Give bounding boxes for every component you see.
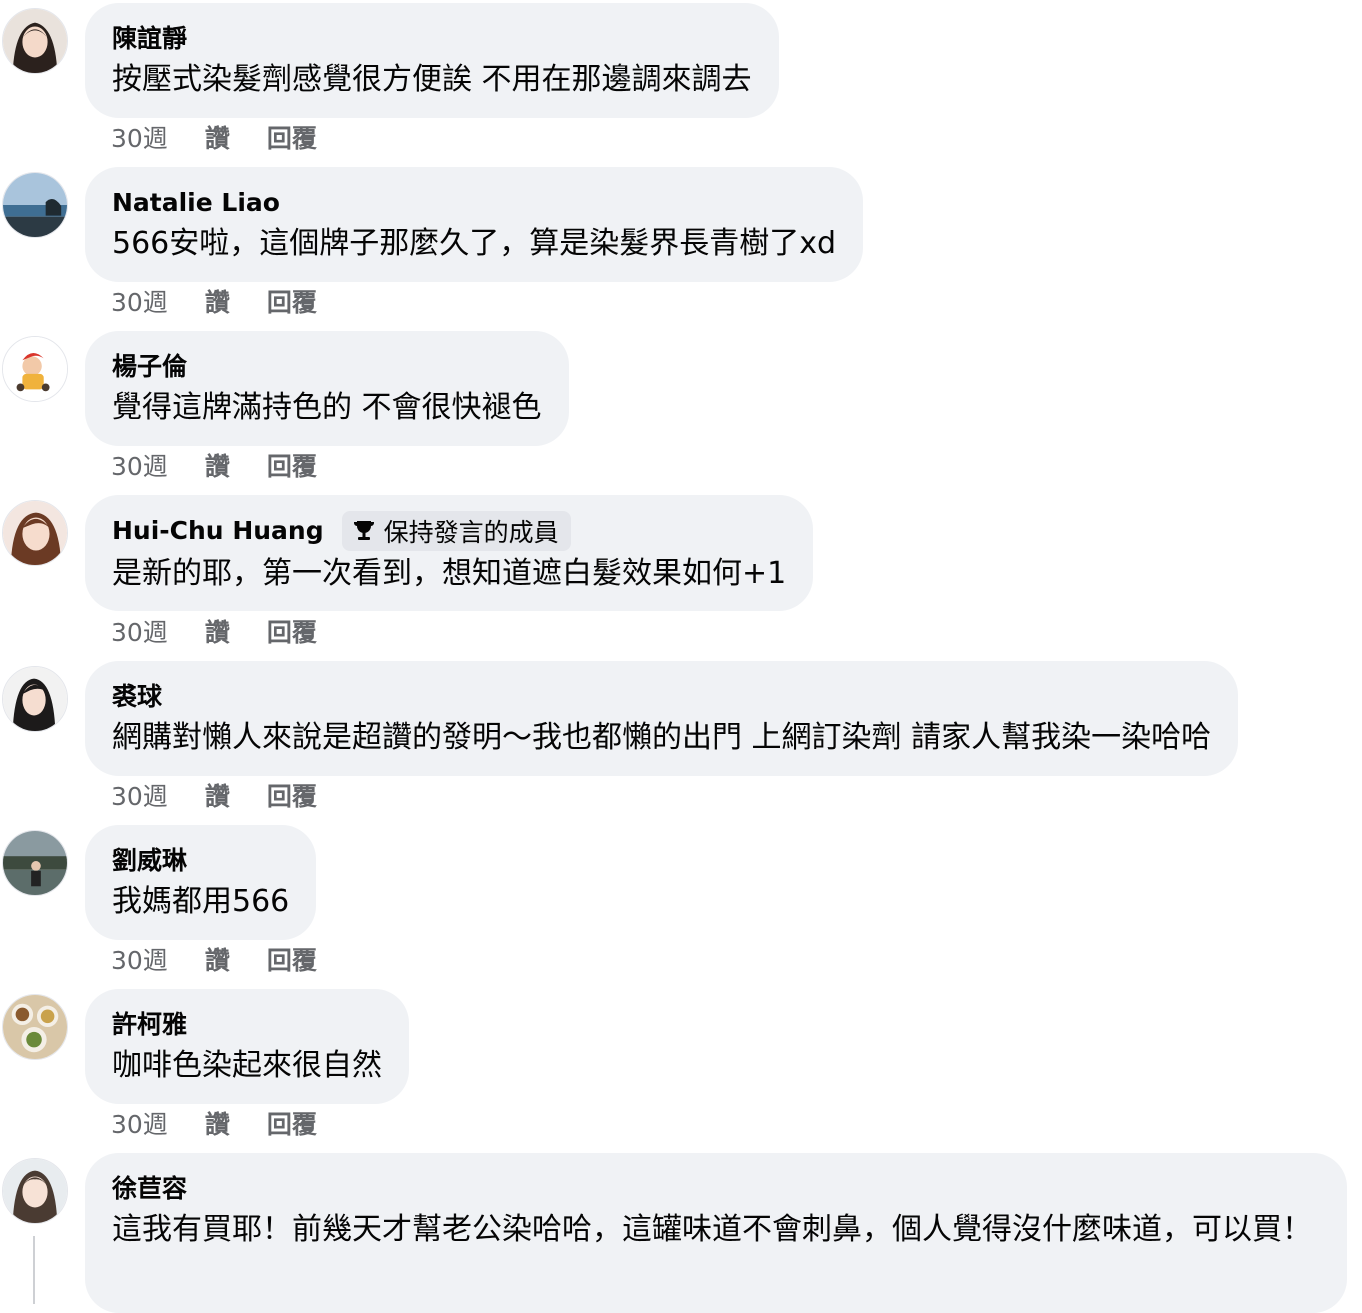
avatar[interactable] xyxy=(2,500,68,566)
like-button[interactable]: 讚 xyxy=(205,777,230,813)
avatar[interactable] xyxy=(2,336,68,402)
comment-bubble: Natalie Liao 566安啦，這個牌子那麼久了，算是染髮界長青樹了xd xyxy=(85,167,864,282)
reply-button[interactable]: 回覆 xyxy=(267,447,317,483)
comment-timestamp[interactable]: 30週 xyxy=(111,283,168,319)
comment-timestamp[interactable]: 30週 xyxy=(111,1105,168,1141)
like-button[interactable]: 讚 xyxy=(205,447,230,483)
comment-author[interactable]: Natalie Liao xyxy=(112,186,280,220)
comment-bubble: 楊子倫 覺得這牌滿持色的 不會很快褪色 xyxy=(85,331,569,446)
reply-button[interactable]: 回覆 xyxy=(267,777,317,813)
comment-text: 566安啦，這個牌子那麼久了，算是染髮界長青樹了xd xyxy=(112,226,837,261)
comment-text: 咖啡色染起來很自然 xyxy=(112,1048,382,1083)
comment-author[interactable]: 楊子倫 xyxy=(112,350,187,384)
comment-bubble: 徐苣容 這我有買耶！前幾天才幫老公染哈哈，這罐味道不會刺鼻，個人覺得沒什麼味道，… xyxy=(85,1153,1347,1313)
avatar[interactable] xyxy=(2,8,68,74)
comment-text: 按壓式染髮劑感覺很方便誒 不用在那邊調來調去 xyxy=(112,62,752,97)
reply-button[interactable]: 回覆 xyxy=(267,1105,317,1141)
comment-bubble: 劉威琳 我媽都用566 xyxy=(85,825,317,940)
like-button[interactable]: 讚 xyxy=(205,613,230,649)
avatar[interactable] xyxy=(2,1158,68,1224)
comment-author[interactable]: 許柯雅 xyxy=(112,1008,187,1042)
comment-bubble: 許柯雅 咖啡色染起來很自然 xyxy=(85,989,409,1104)
comment-text: 覺得這牌滿持色的 不會很快褪色 xyxy=(112,390,542,425)
thread-line xyxy=(33,1236,35,1304)
member-badge-label: 保持發言的成員 xyxy=(383,518,559,547)
comment-author[interactable]: 陳誼靜 xyxy=(112,22,187,56)
comment-timestamp[interactable]: 30週 xyxy=(111,119,168,155)
comment-actions: 30週 讚 回覆 xyxy=(111,1106,317,1140)
avatar[interactable] xyxy=(2,172,68,238)
like-button[interactable]: 讚 xyxy=(205,1105,230,1141)
avatar[interactable] xyxy=(2,830,68,896)
member-badge[interactable]: 保持發言的成員 xyxy=(341,511,571,551)
comment-author[interactable]: Hui-Chu Huang xyxy=(112,514,324,548)
comment-timestamp[interactable]: 30週 xyxy=(111,941,168,977)
like-button[interactable]: 讚 xyxy=(205,941,230,977)
comment-author[interactable]: 徐苣容 xyxy=(112,1172,187,1206)
comment-bubble: 陳誼靜 按壓式染髮劑感覺很方便誒 不用在那邊調來調去 xyxy=(85,3,779,118)
comment-author[interactable]: 劉威琳 xyxy=(112,844,187,878)
comment-bubble: 裘球 網購對懶人來說是超讚的發明～我也都懶的出門 上網訂染劑 請家人幫我染一染哈… xyxy=(85,661,1239,776)
avatar[interactable] xyxy=(2,666,68,732)
comment-actions: 30週 讚 回覆 xyxy=(111,284,317,318)
comment-actions: 30週 讚 回覆 xyxy=(111,120,317,154)
comment-actions: 30週 讚 回覆 xyxy=(111,942,317,976)
reply-button[interactable]: 回覆 xyxy=(267,283,317,319)
avatar[interactable] xyxy=(2,994,68,1060)
comment-timestamp[interactable]: 30週 xyxy=(111,447,168,483)
comment-bubble: Hui-Chu Huang 保持發言的成員 是新的耶，第一次看到，想知道遮白髮效… xyxy=(85,495,814,611)
trophy-icon xyxy=(350,517,378,545)
reply-button[interactable]: 回覆 xyxy=(267,119,317,155)
comment-text: 這我有買耶！前幾天才幫老公染哈哈，這罐味道不會刺鼻，個人覺得沒什麼味道，可以買！ xyxy=(112,1212,1312,1247)
comment-author[interactable]: 裘球 xyxy=(112,680,162,714)
reply-button[interactable]: 回覆 xyxy=(267,941,317,977)
comment-text: 是新的耶，第一次看到，想知道遮白髮效果如何+1 xyxy=(112,556,787,591)
like-button[interactable]: 讚 xyxy=(205,119,230,155)
comment-text: 我媽都用566 xyxy=(112,884,290,919)
comment-text: 網購對懶人來說是超讚的發明～我也都懶的出門 上網訂染劑 請家人幫我染一染哈哈 xyxy=(112,720,1212,755)
comment-actions: 30週 讚 回覆 xyxy=(111,614,317,648)
comment-actions: 30週 讚 回覆 xyxy=(111,448,317,482)
comment-actions: 30週 讚 回覆 xyxy=(111,778,317,812)
like-button[interactable]: 讚 xyxy=(205,283,230,319)
reply-button[interactable]: 回覆 xyxy=(267,613,317,649)
comment-timestamp[interactable]: 30週 xyxy=(111,777,168,813)
comment-timestamp[interactable]: 30週 xyxy=(111,613,168,649)
